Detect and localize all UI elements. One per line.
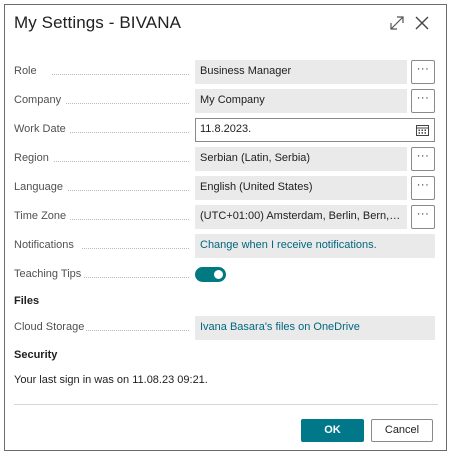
dotted-leader — [82, 248, 189, 249]
calendar-icon[interactable] — [416, 124, 429, 136]
cancel-button[interactable]: Cancel — [371, 419, 433, 442]
role-row: Role Business Manager ··· — [14, 60, 436, 84]
company-field[interactable]: My Company — [195, 89, 407, 113]
files-heading: Files — [14, 295, 40, 307]
region-label: Region — [14, 152, 49, 164]
role-field[interactable]: Business Manager — [195, 60, 407, 84]
footer-divider — [14, 404, 438, 405]
dotted-leader — [84, 277, 189, 278]
language-field[interactable]: English (United States) — [195, 176, 407, 200]
time-zone-row: Time Zone (UTC+01:00) Amsterdam, Berlin,… — [14, 205, 436, 229]
teaching-tips-row: Teaching Tips — [14, 263, 436, 287]
teaching-tips-label: Teaching Tips — [14, 268, 82, 280]
cloud-storage-link[interactable]: Ivana Basara's files on OneDrive — [195, 316, 435, 340]
role-label: Role — [14, 65, 37, 77]
security-heading: Security — [14, 349, 58, 361]
language-lookup-button[interactable]: ··· — [411, 176, 435, 200]
dotted-leader — [68, 190, 189, 191]
notifications-link[interactable]: Change when I receive notifications. — [195, 234, 435, 258]
notifications-row: Notifications Change when I receive noti… — [14, 234, 436, 258]
dotted-leader — [70, 219, 189, 220]
ok-button[interactable]: OK — [301, 419, 364, 442]
company-label: Company — [14, 94, 62, 106]
dialog-header: My Settings - BIVANA — [5, 5, 446, 49]
language-label: Language — [14, 181, 63, 193]
company-lookup-button[interactable]: ··· — [411, 89, 435, 113]
dotted-leader — [66, 103, 189, 104]
region-lookup-button[interactable]: ··· — [411, 147, 435, 171]
role-lookup-button[interactable]: ··· — [411, 60, 435, 84]
language-row: Language English (United States) ··· — [14, 176, 436, 200]
work-date-row: Work Date 11.8.2023. — [14, 118, 436, 142]
time-zone-label: Time Zone — [14, 210, 67, 222]
cloud-storage-row: Cloud Storage Ivana Basara's files on On… — [14, 316, 436, 340]
toggle-knob — [214, 270, 223, 279]
dotted-leader — [70, 132, 189, 133]
company-row: Company My Company ··· — [14, 89, 436, 113]
region-row: Region Serbian (Latin, Serbia) ··· — [14, 147, 436, 171]
last-sign-in-text: Your last sign in was on 11.08.23 09:21. — [14, 374, 208, 386]
notifications-label: Notifications — [14, 239, 74, 251]
region-field[interactable]: Serbian (Latin, Serbia) — [195, 147, 407, 171]
settings-dialog: My Settings - BIVANA Role Business Manag… — [4, 4, 447, 451]
cloud-storage-label: Cloud Storage — [14, 321, 85, 333]
dotted-leader — [52, 74, 189, 75]
dotted-leader — [86, 330, 189, 331]
work-date-input[interactable]: 11.8.2023. — [195, 118, 435, 142]
work-date-label: Work Date — [14, 123, 66, 135]
dotted-leader — [54, 161, 189, 162]
time-zone-field[interactable]: (UTC+01:00) Amsterdam, Berlin, Bern, Ro.… — [195, 205, 407, 229]
work-date-value: 11.8.2023. — [200, 123, 252, 135]
expand-icon[interactable] — [388, 14, 406, 32]
dialog-title: My Settings - BIVANA — [14, 13, 182, 32]
close-icon[interactable] — [413, 14, 431, 32]
time-zone-lookup-button[interactable]: ··· — [411, 205, 435, 229]
teaching-tips-toggle[interactable] — [195, 267, 226, 282]
